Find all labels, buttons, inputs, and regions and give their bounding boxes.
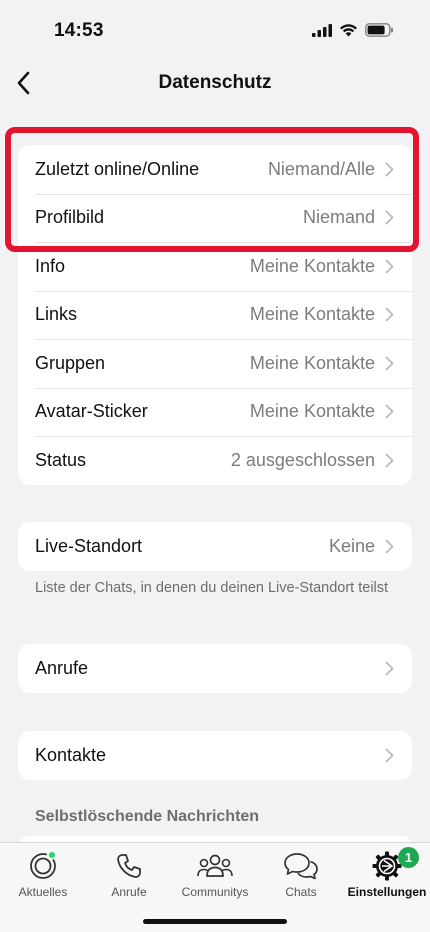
section-header-disappearing: Selbstlöschende Nachrichten — [35, 808, 260, 825]
chevron-right-icon — [385, 661, 394, 676]
setting-row-groups[interactable]: Gruppen Meine Kontakte — [18, 339, 412, 388]
setting-value: Niemand/Alle — [267, 158, 375, 179]
setting-label: Profilbild — [35, 207, 105, 228]
wifi-icon — [340, 24, 357, 37]
status-icons — [312, 23, 394, 37]
tab-label: Aktuelles — [18, 885, 68, 899]
setting-value: Meine Kontakte — [249, 304, 375, 325]
setting-row-info[interactable]: Info Meine Kontakte — [18, 242, 412, 291]
setting-label: Avatar-Sticker — [35, 401, 148, 422]
setting-label: Info — [35, 255, 66, 276]
setting-value: Keine — [328, 535, 375, 556]
setting-label: Status — [35, 449, 87, 470]
cellular-signal-icon — [312, 23, 332, 37]
chevron-right-icon — [385, 210, 394, 225]
notification-badge: 1 — [398, 847, 419, 868]
setting-value: 2 ausgeschlossen — [230, 449, 375, 470]
tab-chats[interactable]: Chats — [258, 849, 344, 899]
setting-label: Zuletzt online/Online — [35, 158, 200, 179]
nav-bar: Datenschutz — [0, 60, 430, 106]
phone-icon — [117, 854, 141, 878]
setting-label: Gruppen — [35, 352, 106, 373]
tab-bar: Aktuelles Anrufe Communitys Chats 1 Eins… — [0, 842, 430, 932]
setting-row-calls[interactable]: Anrufe — [18, 644, 412, 693]
setting-row-profile-photo[interactable]: Profilbild Niemand — [18, 193, 412, 243]
status-dot — [48, 851, 56, 859]
setting-row-links[interactable]: Links Meine Kontakte — [18, 290, 412, 340]
setting-label: Kontakte — [35, 744, 107, 765]
privacy-settings-group: Zuletzt online/Online Niemand/Alle Profi… — [18, 145, 412, 485]
tab-label: Chats — [285, 885, 317, 899]
setting-row-avatar-stickers[interactable]: Avatar-Sticker Meine Kontakte — [18, 387, 412, 437]
status-time: 14:53 — [54, 20, 104, 41]
setting-row-contacts[interactable]: Kontakte — [18, 731, 412, 780]
page-title: Datenschutz — [158, 72, 272, 93]
setting-value: Meine Kontakte — [249, 401, 375, 422]
home-indicator — [143, 919, 287, 924]
chevron-right-icon — [385, 404, 394, 419]
setting-label: Anrufe — [35, 657, 89, 678]
chevron-right-icon — [385, 539, 394, 554]
chevron-right-icon — [385, 307, 394, 322]
setting-value: Meine Kontakte — [249, 352, 375, 373]
contacts-group: Kontakte — [18, 731, 412, 780]
setting-value: Meine Kontakte — [249, 255, 375, 276]
tab-communities[interactable]: Communitys — [172, 849, 258, 899]
chevron-right-icon — [385, 453, 394, 468]
setting-value: Niemand — [302, 207, 375, 228]
setting-row-last-seen[interactable]: Zuletzt online/Online Niemand/Alle — [18, 145, 412, 194]
chevron-right-icon — [385, 162, 394, 177]
setting-label: Links — [35, 304, 78, 325]
tab-label: Anrufe — [111, 885, 147, 899]
tab-settings[interactable]: 1 Einstellungen — [344, 847, 430, 899]
calls-group: Anrufe — [18, 644, 412, 693]
setting-label: Live-Standort — [35, 535, 143, 556]
tab-label: Einstellungen — [347, 885, 427, 899]
setting-row-status[interactable]: Status 2 ausgeschlossen — [18, 436, 412, 485]
tab-calls[interactable]: Anrufe — [86, 849, 172, 899]
live-location-group: Live-Standort Keine — [18, 522, 412, 571]
status-bar: 14:53 — [0, 0, 430, 60]
chevron-right-icon — [385, 356, 394, 371]
tab-label: Communitys — [181, 885, 249, 899]
tab-updates[interactable]: Aktuelles — [0, 849, 86, 899]
chats-icon — [284, 853, 318, 880]
chevron-right-icon — [385, 748, 394, 763]
communities-icon — [197, 854, 233, 877]
battery-icon — [365, 23, 393, 37]
setting-row-live-location[interactable]: Live-Standort Keine — [18, 522, 412, 571]
chevron-right-icon — [385, 259, 394, 274]
live-location-footnote: Liste der Chats, in denen du deinen Live… — [35, 580, 389, 596]
